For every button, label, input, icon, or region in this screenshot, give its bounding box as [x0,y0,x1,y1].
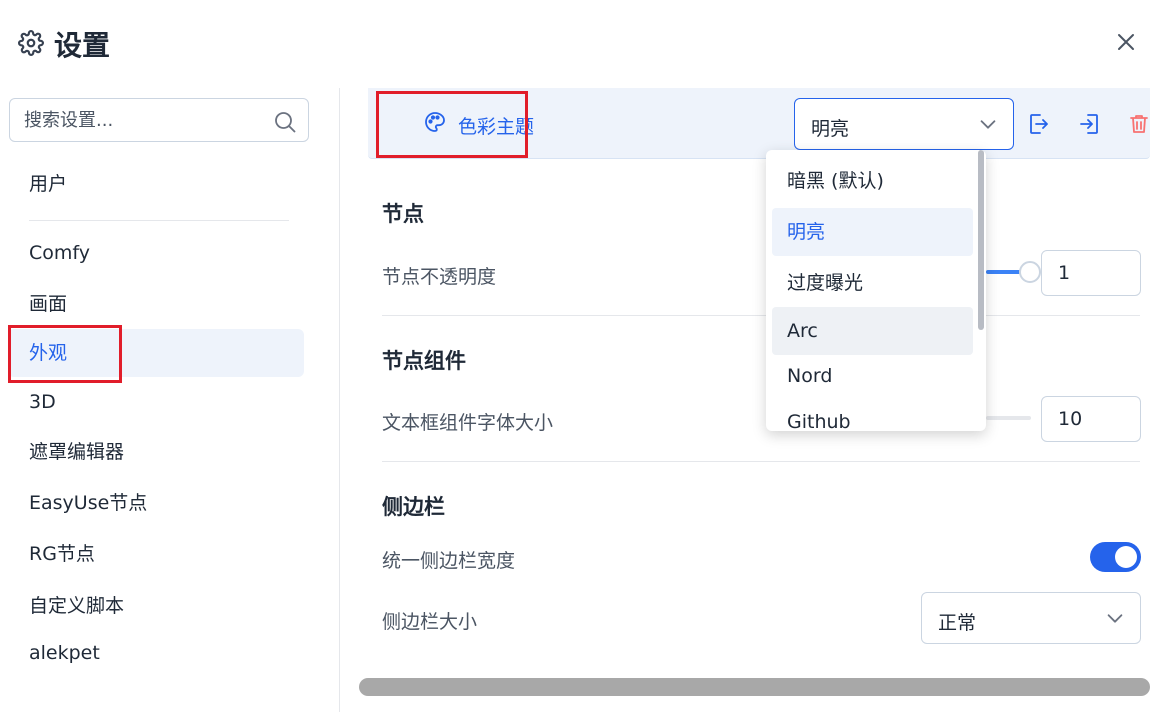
section-divider [382,315,1140,316]
import-icon[interactable] [1078,112,1102,136]
dropdown-scrollbar[interactable] [978,150,984,330]
setting-label-node-opacity: 节点不透明度 [382,266,497,288]
theme-dropdown-list: 暗黑 (默认) 明亮 过度曝光 Arc Nord Github [766,150,986,431]
close-icon[interactable] [1114,30,1138,54]
theme-option-nord[interactable]: Nord [772,352,973,400]
sidebar-item-comfy[interactable]: Comfy [8,229,304,277]
gear-icon [18,30,44,56]
node-opacity-slider-thumb[interactable] [1019,261,1041,283]
chevron-down-icon [1107,614,1123,623]
sidebar-item-custom-scripts[interactable]: 自定义脚本 [8,582,304,630]
section-title-node: 节点 [382,202,424,226]
export-icon[interactable] [1026,112,1050,136]
node-opacity-input[interactable]: 1 [1041,250,1141,296]
textarea-font-size-slider[interactable] [986,416,1031,420]
theme-select-value: 明亮 [811,118,850,140]
sidebar-item-canvas[interactable]: 画面 [8,280,304,328]
trash-icon[interactable] [1127,112,1151,136]
setting-label-textarea-font-size: 文本框组件字体大小 [382,412,554,434]
sidebar-size-select-value: 正常 [938,612,977,634]
theme-select[interactable]: 明亮 [794,98,1014,150]
section-title-node-widget: 节点组件 [382,349,466,373]
settings-sidebar: 用户 Comfy 画面 外观 3D 遮罩编辑器 EasyUse节点 RG节点 自… [0,88,340,712]
sidebar-item-easyuse[interactable]: EasyUse节点 [8,479,304,527]
theme-option-overexposed[interactable]: 过度曝光 [772,259,973,307]
highlight-box-color-theme [376,91,528,158]
chevron-down-icon [980,120,996,129]
highlight-box-appearance [8,325,122,383]
sidebar-item-3d[interactable]: 3D [8,378,304,426]
search-input[interactable] [24,109,264,131]
sidebar-item-rg[interactable]: RG节点 [8,530,304,578]
toggle-knob [1115,546,1137,568]
dialog-title: 设置 [54,29,111,62]
setting-label-unified-sidebar-width: 统一侧边栏宽度 [382,550,516,572]
search-box[interactable] [9,98,309,142]
search-icon[interactable] [273,110,297,134]
section-divider [382,461,1140,462]
sidebar-item-mask-editor[interactable]: 遮罩编辑器 [8,428,304,476]
theme-option-dark[interactable]: 暗黑 (默认) [772,157,973,205]
sidebar-divider [29,220,289,221]
theme-option-light[interactable]: 明亮 [772,208,973,256]
section-title-sidebar: 侧边栏 [382,495,445,519]
horizontal-scrollbar[interactable] [359,678,1150,696]
theme-option-github[interactable]: Github [772,398,973,431]
settings-panel: 色彩主题 明亮 节点 节点不透明度 1 节点组件 文本框组件字体大小 10 侧边… [340,88,1166,712]
unified-sidebar-width-toggle[interactable] [1090,542,1141,572]
sidebar-item-alekpet[interactable]: alekpet [8,629,304,677]
textarea-font-size-input[interactable]: 10 [1041,396,1141,442]
sidebar-item-user[interactable]: 用户 [8,160,304,208]
dialog-header: 设置 [0,0,1166,88]
theme-option-arc[interactable]: Arc [772,307,973,355]
sidebar-size-select[interactable]: 正常 [921,592,1141,644]
setting-label-sidebar-size: 侧边栏大小 [382,611,478,633]
